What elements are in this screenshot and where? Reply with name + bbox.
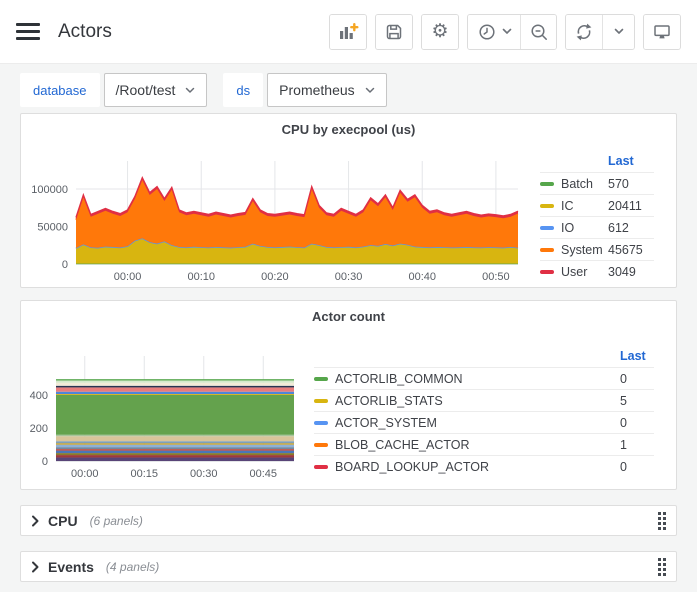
- refresh-interval-button[interactable]: [602, 15, 634, 49]
- add-panel-icon: [337, 21, 359, 43]
- svg-text:400: 400: [30, 390, 48, 402]
- variable-database-dropdown[interactable]: /Root/test: [104, 73, 208, 107]
- legend-row-ic[interactable]: IC 20411: [540, 194, 654, 216]
- series-swatch: [540, 182, 554, 186]
- svg-text:200: 200: [30, 423, 48, 435]
- kiosk-mode-button[interactable]: [644, 15, 680, 49]
- refresh-icon: [574, 22, 594, 42]
- dashboard-toolbar: ⚙: [329, 14, 681, 50]
- legend-row-user[interactable]: User 3049: [540, 260, 654, 282]
- variable-ds: ds Prometheus: [223, 73, 386, 107]
- svg-text:00:20: 00:20: [261, 271, 289, 283]
- chevron-down-icon: [614, 28, 624, 35]
- clock-icon: [477, 22, 497, 42]
- legend-row-board-lookup-actor[interactable]: BOARD_LOOKUP_ACTOR 0: [314, 455, 654, 477]
- chevron-down-icon: [365, 87, 375, 94]
- actor-legend: Last ACTORLIB_COMMON 0 ACTORLIB_STATS 5 …: [314, 345, 654, 477]
- save-dashboard-button[interactable]: [376, 15, 412, 49]
- svg-text:0: 0: [62, 259, 68, 271]
- variable-ds-label: ds: [223, 73, 263, 107]
- legend-header-row: Last: [314, 345, 654, 367]
- row-title: Events: [48, 559, 94, 575]
- series-swatch: [314, 421, 328, 425]
- monitor-icon: [652, 22, 672, 42]
- svg-text:00:15: 00:15: [130, 468, 158, 480]
- series-swatch: [314, 377, 328, 381]
- row-panel-count: (6 panels): [90, 514, 143, 528]
- variable-ds-value: Prometheus: [279, 82, 354, 98]
- variable-database-value: /Root/test: [116, 82, 176, 98]
- svg-text:100000: 100000: [31, 184, 68, 196]
- collapsed-row-cpu[interactable]: CPU (6 panels): [20, 505, 677, 536]
- time-picker-button[interactable]: [468, 15, 520, 49]
- svg-text:00:00: 00:00: [71, 468, 99, 480]
- legend-last-header[interactable]: Last: [608, 154, 654, 168]
- series-swatch: [314, 443, 328, 447]
- dashboard-variables-bar: database /Root/test ds Prometheus: [0, 64, 697, 107]
- series-swatch: [540, 248, 554, 252]
- refresh-button[interactable]: [566, 15, 602, 49]
- dashboard-settings-button[interactable]: ⚙: [422, 15, 458, 49]
- series-swatch: [314, 465, 328, 469]
- zoom-out-icon: [529, 22, 549, 42]
- variable-ds-dropdown[interactable]: Prometheus: [267, 73, 386, 107]
- panel-cpu-by-execpool: CPU by execpool (us) 05000010000000:0000…: [20, 113, 677, 288]
- legend-header-row: Last: [540, 150, 654, 172]
- svg-text:00:30: 00:30: [190, 468, 218, 480]
- legend-row-system[interactable]: System 45675: [540, 238, 654, 260]
- legend-row-io[interactable]: IO 612: [540, 216, 654, 238]
- row-panel-count: (4 panels): [106, 560, 159, 574]
- legend-row-actorlib-common[interactable]: ACTORLIB_COMMON 0: [314, 367, 654, 389]
- dashboard-title: Actors: [58, 21, 112, 43]
- legend-row-batch[interactable]: Batch 570: [540, 172, 654, 194]
- chevron-down-icon: [502, 28, 512, 35]
- series-swatch: [314, 399, 328, 403]
- save-icon: [384, 22, 404, 42]
- series-swatch: [540, 226, 554, 230]
- gear-icon: ⚙: [431, 22, 448, 41]
- add-panel-button[interactable]: [330, 15, 366, 49]
- variable-database: database /Root/test: [20, 73, 207, 107]
- legend-row-blob-cache-actor[interactable]: BLOB_CACHE_ACTOR 1: [314, 433, 654, 455]
- svg-text:50000: 50000: [37, 222, 68, 234]
- legend-last-header[interactable]: Last: [620, 349, 654, 363]
- dashboard-grid: CPU by execpool (us) 05000010000000:0000…: [0, 107, 697, 582]
- drag-handle-icon[interactable]: [658, 558, 666, 576]
- chevron-down-icon: [185, 87, 195, 94]
- svg-text:00:30: 00:30: [335, 271, 363, 283]
- svg-text:00:45: 00:45: [249, 468, 277, 480]
- svg-text:00:00: 00:00: [114, 271, 142, 283]
- legend-row-actor-system[interactable]: ACTOR_SYSTEM 0: [314, 411, 654, 433]
- drag-handle-icon[interactable]: [658, 512, 666, 530]
- chevron-right-icon: [31, 561, 39, 573]
- menu-toggle-icon[interactable]: [16, 23, 40, 40]
- top-header: Actors: [0, 0, 697, 64]
- svg-text:00:10: 00:10: [187, 271, 215, 283]
- legend-row-actorlib-stats[interactable]: ACTORLIB_STATS 5: [314, 389, 654, 411]
- row-title: CPU: [48, 513, 78, 529]
- zoom-out-button[interactable]: [520, 15, 556, 49]
- series-swatch: [540, 204, 554, 208]
- svg-text:0: 0: [42, 456, 48, 468]
- variable-database-label: database: [20, 73, 100, 107]
- panel-actor-count: Actor count 020040000:0000:1500:3000:45 …: [20, 300, 677, 490]
- cpu-legend: Last Batch 570 IC 20411 IO 612 System 45…: [540, 150, 654, 282]
- collapsed-row-events[interactable]: Events (4 panels): [20, 551, 677, 582]
- svg-text:00:40: 00:40: [408, 271, 436, 283]
- series-swatch: [540, 270, 554, 274]
- chevron-right-icon: [31, 515, 39, 527]
- svg-text:00:50: 00:50: [482, 271, 510, 283]
